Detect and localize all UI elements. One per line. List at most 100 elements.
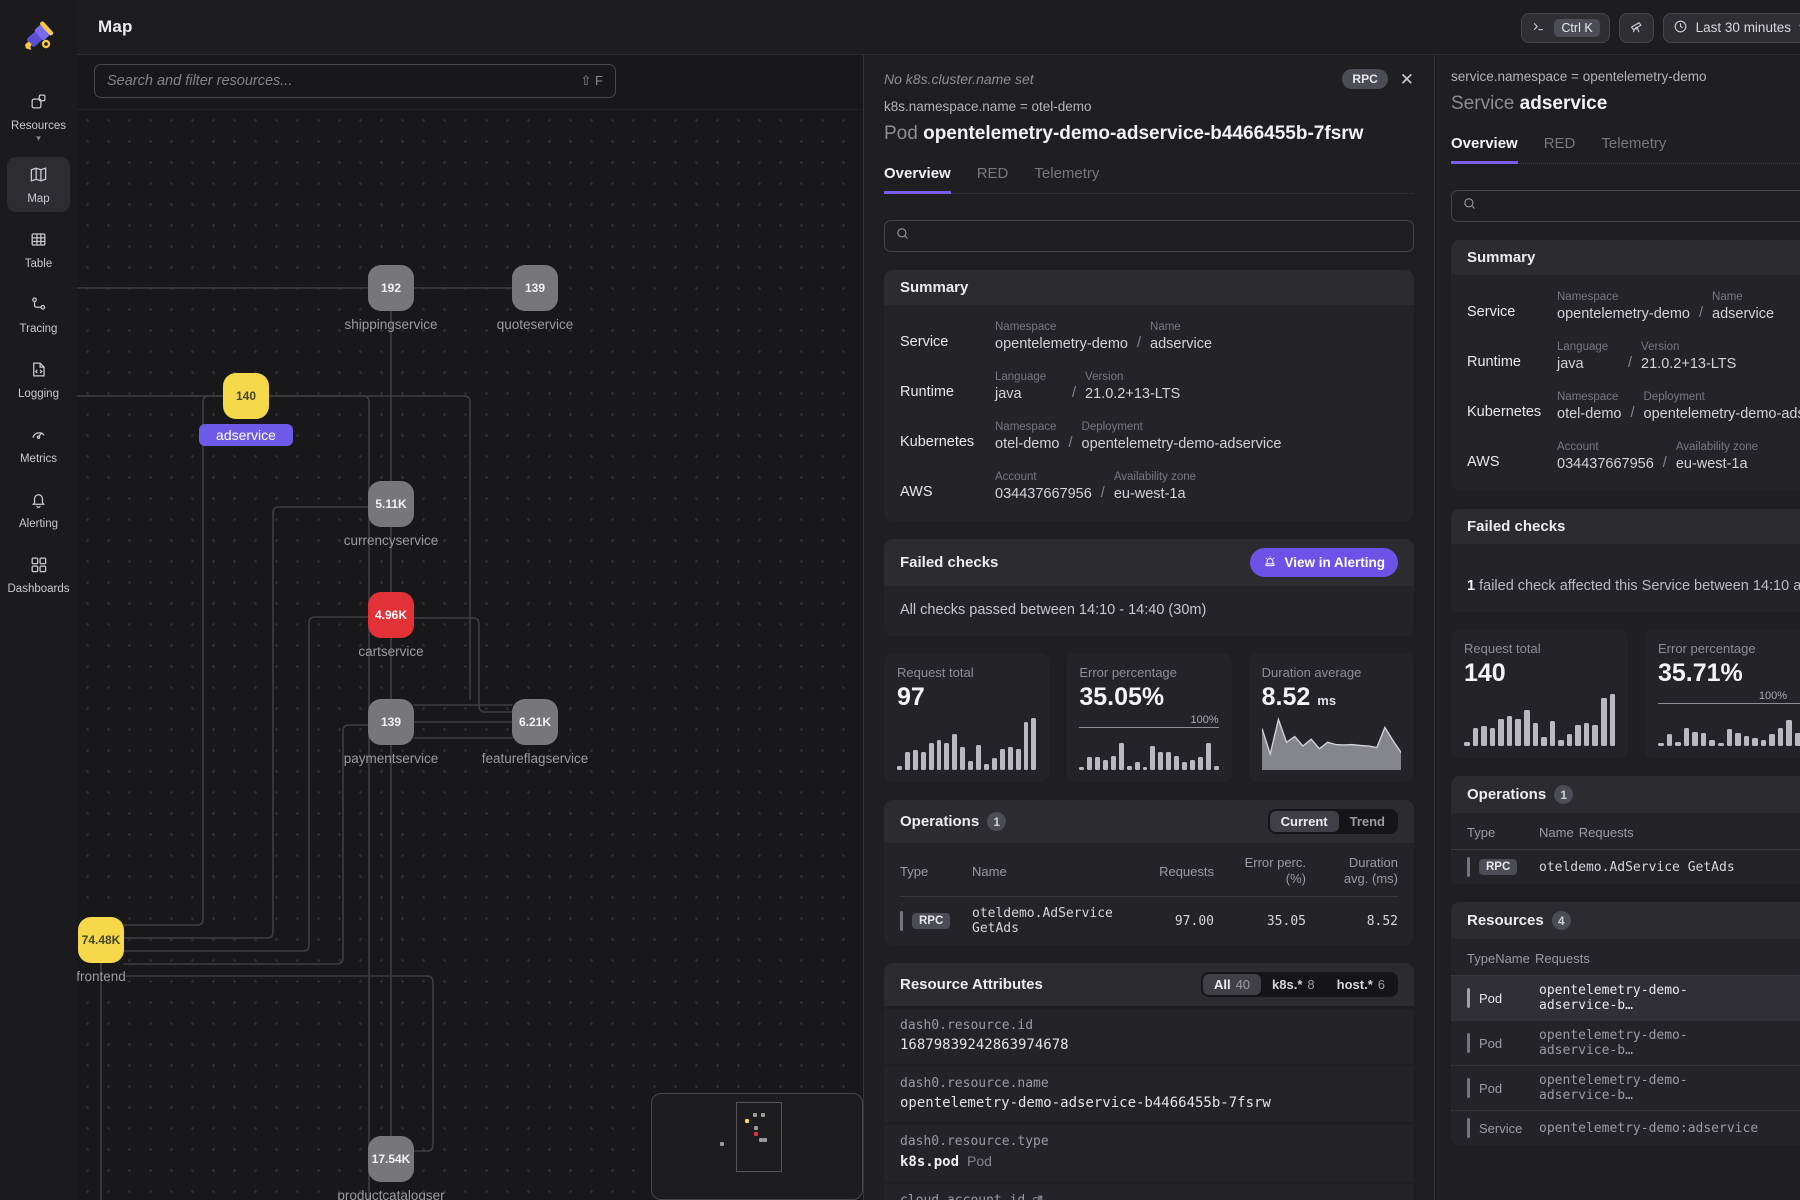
- sidebar-item-tracing[interactable]: Tracing: [7, 287, 70, 342]
- tab-red[interactable]: RED: [1544, 135, 1576, 164]
- pod-detail-panel: No k8s.cluster.name set RPC ✕ k8s.namesp…: [863, 55, 1435, 1200]
- resources-icon: [29, 92, 48, 116]
- node-label: cartservice: [336, 644, 446, 659]
- minimap[interactable]: [651, 1093, 863, 1200]
- attribute-row[interactable]: dash0.resource.type k8s.podPod: [884, 1125, 1414, 1181]
- pod-metrics: Request total 97 Error percentage 35.05%…: [884, 653, 1414, 782]
- map-node-frontend[interactable]: 74.48K: [78, 917, 124, 963]
- sidebar-item-logging[interactable]: Logging: [7, 352, 70, 407]
- view-in-alerting-button[interactable]: View in Alerting: [1250, 548, 1398, 577]
- summary-header: Summary: [884, 270, 1414, 305]
- node-badge: 74.48K: [82, 933, 121, 947]
- toggle-trend[interactable]: Trend: [1339, 811, 1396, 832]
- sidebar-item-dashboards[interactable]: Dashboards: [7, 547, 70, 602]
- tab-red[interactable]: RED: [977, 165, 1009, 194]
- minimap-viewport[interactable]: [736, 1102, 782, 1172]
- tab-telemetry[interactable]: Telemetry: [1601, 135, 1666, 164]
- chevron-down-icon: ▾: [36, 136, 41, 140]
- map-node-productcatalogservice[interactable]: 17.54K: [368, 1136, 414, 1182]
- command-palette-button[interactable]: Ctrl K: [1521, 13, 1609, 43]
- resource-row[interactable]: Pod opentelemetry-demo-adservice-b… 97: [1451, 975, 1800, 1020]
- node-label: paymentservice: [336, 751, 446, 766]
- map-canvas[interactable]: [77, 110, 863, 1200]
- operations-card: Operations 1 Type Name Requests RPC otel…: [1451, 776, 1800, 884]
- tracing-icon: [29, 295, 48, 319]
- pod-search-input[interactable]: [918, 228, 1403, 244]
- map-search-input[interactable]: [107, 73, 581, 89]
- search-icon: [1462, 196, 1477, 216]
- metric-duration-average[interactable]: Duration average 8.52 ms: [1249, 653, 1414, 782]
- map-node-adservice[interactable]: 140: [223, 373, 269, 419]
- pod-search[interactable]: [884, 220, 1414, 252]
- resource-row[interactable]: Service opentelemetry-demo:adservice: [1451, 1110, 1800, 1145]
- summary-card: Summary Service Namespaceopentelemetry-d…: [884, 270, 1414, 521]
- sidebar-item-table[interactable]: Table: [7, 222, 70, 277]
- panel-title: Pod opentelemetry-demo-adservice-b446645…: [884, 123, 1414, 145]
- map-search[interactable]: ⇧ F: [94, 64, 616, 98]
- dash0-logo[interactable]: [17, 14, 61, 58]
- siren-icon: [1263, 554, 1277, 571]
- service-search[interactable]: [1451, 190, 1800, 222]
- map-edges: [77, 110, 863, 1200]
- metric-error-percentage[interactable]: Error percentage 35.71% 100%: [1645, 629, 1800, 758]
- terminal-icon: [1531, 19, 1546, 37]
- type-badge: RPC: [1342, 69, 1387, 89]
- operation-row[interactable]: RPC oteldemo.AdService GetAds 140: [1451, 849, 1800, 884]
- map-node-cartservice[interactable]: 4.96K: [368, 592, 414, 638]
- operations-toggle: Current Trend: [1268, 809, 1398, 834]
- map-node-featureflagservice[interactable]: 6.21K: [512, 699, 558, 745]
- request-total-bars: [897, 718, 1036, 770]
- summary-row-runtime: Runtime Languagejava / Version21.0.2+13-…: [884, 361, 1414, 411]
- request-total-bars: [1464, 694, 1615, 746]
- metric-error-percentage[interactable]: Error percentage 35.05% 100%: [1066, 653, 1231, 782]
- tab-overview[interactable]: Overview: [1451, 135, 1518, 164]
- resource-row[interactable]: Pod opentelemetry-demo-adservice-b…: [1451, 1065, 1800, 1110]
- filter-all[interactable]: All40: [1203, 974, 1261, 995]
- summary-row-aws: AWS Account034437667956 / Availability z…: [1451, 431, 1800, 481]
- service-search-input[interactable]: [1485, 198, 1800, 214]
- failed-checks-card: Failed checks View in Alerting All check…: [884, 539, 1414, 636]
- tab-telemetry[interactable]: Telemetry: [1034, 165, 1099, 194]
- search-shortcut-hint: ⇧ F: [581, 73, 603, 89]
- topbar: Map Ctrl K Last 30 minutes ▾: [77, 0, 1800, 55]
- attribute-row[interactable]: cloud.account.id 034437667956: [884, 1184, 1414, 1200]
- metric-request-total[interactable]: Request total 97: [884, 653, 1049, 782]
- page-title: Map: [98, 17, 133, 37]
- attribute-row[interactable]: dash0.resource.name opentelemetry-demo-a…: [884, 1067, 1414, 1122]
- map-node-shippingservice[interactable]: 192: [368, 265, 414, 311]
- error-percentage-bars: [1658, 704, 1800, 746]
- resources-count: 4: [1552, 911, 1571, 930]
- time-range-button[interactable]: Last 30 minutes ▾: [1663, 13, 1800, 43]
- operations-count: 1: [987, 812, 1006, 831]
- node-badge: 17.54K: [372, 1152, 411, 1166]
- filter-k8s[interactable]: k8s.*8: [1261, 974, 1326, 995]
- duration-area-chart: [1262, 714, 1401, 770]
- resource-row[interactable]: Pod opentelemetry-demo-adservice-b… 43: [1451, 1020, 1800, 1065]
- map-node-currencyservice[interactable]: 5.11K: [368, 481, 414, 527]
- time-range-label: Last 30 minutes: [1696, 20, 1791, 35]
- toggle-current[interactable]: Current: [1270, 811, 1339, 832]
- operation-row[interactable]: RPC oteldemo.AdService GetAds 97.00 35.0…: [900, 897, 1398, 946]
- cluster-warning: No k8s.cluster.name set: [884, 71, 1034, 87]
- node-label: quoteservice: [480, 317, 590, 332]
- selected-node-pill[interactable]: adservice: [199, 424, 293, 446]
- metric-request-total[interactable]: Request total 140: [1451, 629, 1628, 758]
- node-badge: 5.11K: [375, 497, 406, 511]
- external-link-icon[interactable]: [1031, 1194, 1044, 1200]
- telescope-button[interactable]: [1619, 13, 1654, 43]
- axis-max-label: 100%: [1079, 714, 1218, 728]
- sidebar-item-resources[interactable]: Resources ▾: [7, 84, 70, 147]
- node-badge: 139: [525, 281, 545, 295]
- map-node-quoteservice[interactable]: 139: [512, 265, 558, 311]
- sidebar-item-metrics[interactable]: Metrics: [7, 417, 70, 472]
- pod-tabs: Overview RED Telemetry: [884, 165, 1414, 194]
- filter-host[interactable]: host.*6: [1326, 974, 1396, 995]
- attribute-row[interactable]: dash0.resource.id 16879839242863974678: [884, 1009, 1414, 1064]
- sidebar-item-alerting[interactable]: Alerting: [7, 482, 70, 537]
- tab-overview[interactable]: Overview: [884, 165, 951, 194]
- node-badge: 139: [381, 715, 401, 729]
- sidebar-item-map[interactable]: Map: [7, 157, 70, 212]
- close-icon[interactable]: ✕: [1400, 71, 1414, 88]
- logging-icon: [29, 360, 48, 384]
- map-node-paymentservice[interactable]: 139: [368, 699, 414, 745]
